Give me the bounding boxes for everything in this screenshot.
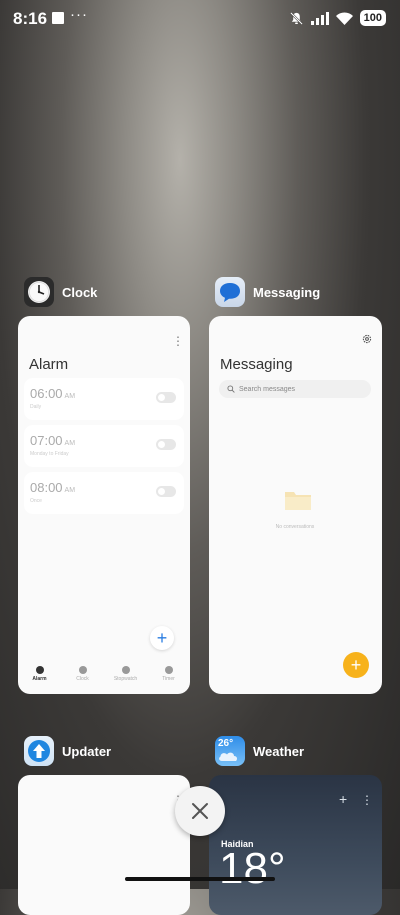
- empty-state-text: No conversations: [275, 524, 315, 530]
- app-name-updater: Updater: [62, 743, 112, 759]
- app-label-updater[interactable]: Updater: [24, 736, 111, 766]
- clock-tab-bar: Alarm Clock Stopwatch Timer: [18, 666, 190, 682]
- status-time: 8:16: [13, 9, 48, 28]
- weather-app-card[interactable]: + ⋮ Haidian 18°: [209, 775, 382, 915]
- app-name-weather: Weather: [253, 743, 305, 759]
- clock-icon: [24, 277, 54, 307]
- signal-icon: [310, 11, 329, 25]
- timer-icon: [164, 666, 173, 674]
- weather-temperature: 18°: [219, 844, 286, 893]
- battery-indicator: 100: [359, 10, 386, 26]
- tab-stopwatch[interactable]: Stopwatch: [106, 666, 146, 682]
- wifi-icon: [335, 11, 353, 25]
- status-bar: 8:16 ··· 100: [0, 0, 400, 36]
- alarm-repeat: Once: [30, 498, 42, 504]
- app-label-messaging[interactable]: Messaging: [215, 277, 320, 307]
- alarm-repeat: Daily: [30, 404, 42, 410]
- alarm-time: 08:00 AM: [30, 480, 76, 495]
- alarm-item[interactable]: 08:00 AM Once: [24, 472, 184, 514]
- messaging-app-card[interactable]: Messaging Search messages No conversatio…: [209, 316, 382, 694]
- clock-app-card[interactable]: ⋮ Alarm 06:00 AM Daily 07:00 AM Monday to …: [18, 316, 190, 694]
- stopwatch-icon: [121, 666, 130, 674]
- world-clock-icon: [78, 666, 87, 674]
- tab-alarm[interactable]: Alarm: [20, 666, 60, 682]
- app-label-weather[interactable]: 26° Weather: [215, 736, 304, 766]
- alarm-toggle[interactable]: [156, 486, 176, 497]
- messaging-icon: [215, 277, 245, 307]
- more-options-icon[interactable]: ⋮: [172, 334, 184, 348]
- alarm-toggle[interactable]: [156, 392, 176, 403]
- notification-square-icon: [52, 12, 64, 24]
- alarm-title: Alarm: [29, 356, 69, 373]
- app-label-clock[interactable]: Clock: [24, 277, 97, 307]
- search-messages-field[interactable]: Search messages: [219, 380, 371, 398]
- alarm-item[interactable]: 07:00 AM Monday to Friday: [24, 425, 184, 467]
- clear-all-button[interactable]: [175, 786, 225, 836]
- app-name-messaging: Messaging: [253, 284, 321, 300]
- app-name-clock: Clock: [62, 284, 98, 300]
- add-city-icon[interactable]: +: [339, 791, 347, 807]
- tab-timer[interactable]: Timer: [149, 666, 189, 682]
- alarm-item[interactable]: 06:00 AM Daily: [24, 378, 184, 420]
- search-icon: [227, 385, 235, 393]
- new-conversation-button[interactable]: +: [343, 652, 369, 678]
- weather-icon: 26°: [215, 736, 245, 766]
- more-options-icon[interactable]: ⋮: [361, 793, 373, 807]
- updater-icon: [24, 736, 54, 766]
- messaging-title: Messaging: [220, 356, 293, 373]
- alarm-repeat: Monday to Friday: [30, 451, 69, 457]
- alarm-time: 07:00 AM: [30, 433, 76, 448]
- search-placeholder: Search messages: [239, 385, 296, 393]
- alarm-toggle[interactable]: [156, 439, 176, 450]
- add-alarm-button[interactable]: +: [150, 626, 174, 650]
- mute-icon: [289, 11, 303, 25]
- empty-folder-icon: [285, 492, 311, 510]
- updater-app-card[interactable]: ⋮: [18, 775, 190, 915]
- gear-icon[interactable]: [362, 334, 372, 344]
- more-notifications-icon: ···: [70, 6, 88, 23]
- close-icon: [192, 803, 208, 819]
- tab-clock[interactable]: Clock: [63, 666, 103, 682]
- alarm-time: 06:00 AM: [30, 386, 76, 401]
- home-indicator[interactable]: [125, 877, 275, 881]
- alarm-icon: [35, 666, 44, 674]
